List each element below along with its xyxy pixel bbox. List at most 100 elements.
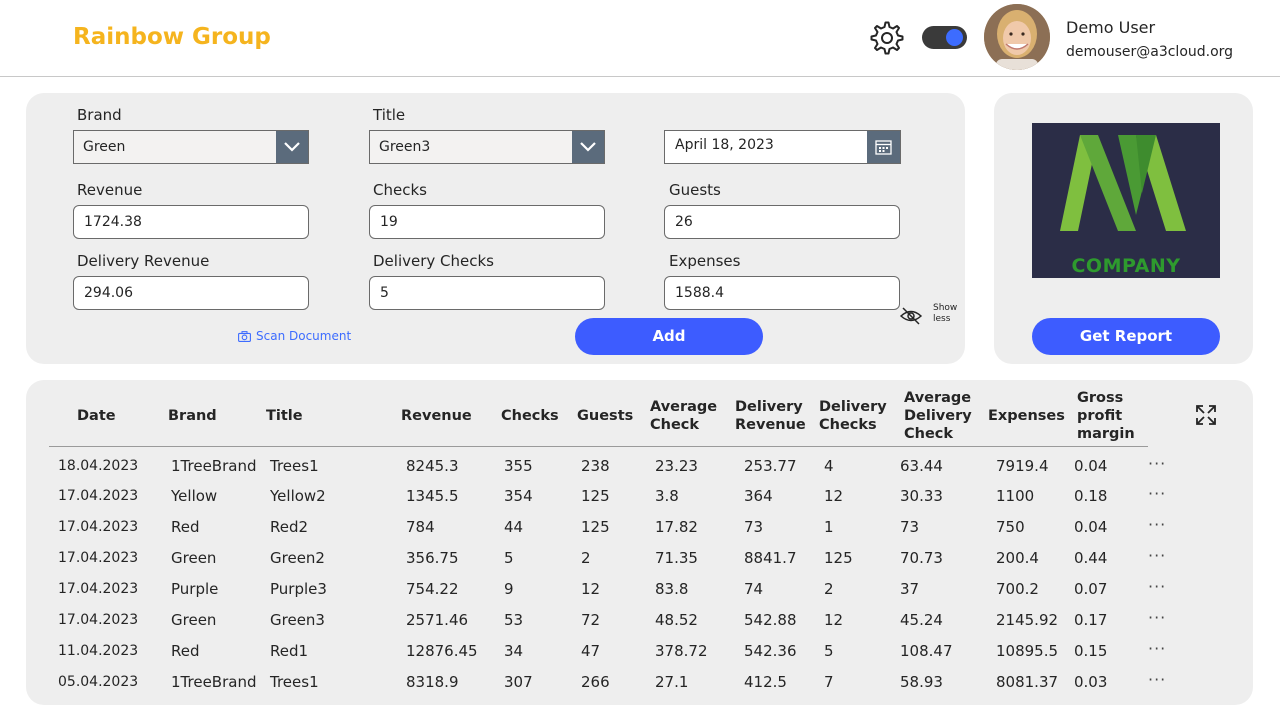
brand-dropdown-value: Green [83, 139, 126, 155]
revenue-input[interactable]: 1724.38 [73, 205, 309, 239]
row-more-icon[interactable]: ··· [1148, 454, 1166, 473]
show-less-toggle[interactable]: Show less [933, 303, 957, 325]
date-picker[interactable]: April 18, 2023 [664, 130, 901, 164]
column-header-guests[interactable]: Guests [577, 407, 633, 425]
column-header-brand[interactable]: Brand [168, 407, 217, 425]
column-header-line: Title [266, 408, 303, 424]
cell-expenses: 750 [996, 518, 1025, 536]
cell-date: 17.04.2023 [58, 519, 139, 535]
column-header-title[interactable]: Title [266, 407, 303, 425]
guests-input[interactable]: 26 [664, 205, 900, 239]
cell-gross-profit-margin: 0.04 [1074, 457, 1108, 475]
cell-delivery-checks: 12 [824, 487, 844, 505]
column-header-average-delivery-check[interactable]: Average Delivery Check [904, 389, 972, 443]
cell-delivery-revenue: 542.36 [744, 642, 797, 660]
row-more-icon[interactable]: ··· [1148, 577, 1166, 596]
cell-expenses: 7919.4 [996, 457, 1049, 475]
column-header-line: Delivery [735, 399, 803, 415]
column-header-checks[interactable]: Checks [501, 407, 559, 425]
delivery-revenue-label: Delivery Revenue [77, 252, 210, 270]
cell-average-check: 48.52 [655, 611, 698, 629]
toggle-knob [946, 29, 963, 46]
column-header-line: Average [650, 399, 718, 415]
column-header-line: Date [77, 408, 116, 424]
cell-title: Green3 [270, 611, 325, 629]
company-logo-text: COMPANY [1071, 255, 1181, 277]
title-dropdown[interactable]: Green3 [369, 130, 605, 164]
cell-gross-profit-margin: 0.07 [1074, 580, 1108, 598]
cell-gross-profit-margin: 0.18 [1074, 487, 1108, 505]
add-button[interactable]: Add [575, 318, 763, 355]
cell-delivery-checks: 7 [824, 673, 834, 691]
cell-average-delivery-check: 108.47 [900, 642, 953, 660]
checks-label: Checks [373, 181, 427, 199]
revenue-input-value: 1724.38 [84, 214, 142, 230]
cell-average-delivery-check: 37 [900, 580, 920, 598]
column-header-revenue[interactable]: Revenue [401, 407, 472, 425]
cell-title: Trees1 [270, 673, 319, 691]
cell-guests: 266 [581, 673, 610, 691]
cell-delivery-revenue: 253.77 [744, 457, 797, 475]
column-header-delivery-checks[interactable]: Delivery Checks [819, 398, 887, 434]
cell-revenue: 1345.5 [406, 487, 459, 505]
delivery-revenue-input-value: 294.06 [84, 285, 133, 301]
expenses-label: Expenses [669, 252, 741, 270]
cell-revenue: 8245.3 [406, 457, 459, 475]
cell-guests: 47 [581, 642, 601, 660]
avatar[interactable] [984, 4, 1050, 70]
expenses-input-value: 1588.4 [675, 285, 724, 301]
cell-checks: 355 [504, 457, 533, 475]
theme-toggle[interactable] [922, 26, 967, 49]
cell-delivery-revenue: 74 [744, 580, 764, 598]
checks-input[interactable]: 19 [369, 205, 605, 239]
cell-brand: Yellow [171, 487, 218, 505]
row-more-icon[interactable]: ··· [1148, 515, 1166, 534]
cell-revenue: 784 [406, 518, 435, 536]
cell-gross-profit-margin: 0.15 [1074, 642, 1108, 660]
row-more-icon[interactable]: ··· [1148, 546, 1166, 565]
cell-brand: Red [171, 642, 200, 660]
delivery-revenue-input[interactable]: 294.06 [73, 276, 309, 310]
delivery-checks-input-value: 5 [380, 285, 389, 301]
gear-icon[interactable] [869, 20, 905, 56]
column-header-gross-profit-margin[interactable]: Gross profit margin [1077, 389, 1135, 443]
cell-guests: 72 [581, 611, 601, 629]
cell-expenses: 10895.5 [996, 642, 1059, 660]
cell-brand: Green [171, 549, 217, 567]
cell-average-check: 17.82 [655, 518, 698, 536]
user-name: Demo User [1066, 18, 1156, 37]
get-report-button[interactable]: Get Report [1032, 318, 1220, 355]
column-header-line: Average [904, 390, 972, 406]
brand-dropdown-button[interactable] [276, 131, 308, 163]
eye-off-icon[interactable] [899, 305, 923, 327]
row-more-icon[interactable]: ··· [1148, 639, 1166, 658]
title-label: Title [373, 106, 406, 124]
title-dropdown-button[interactable] [572, 131, 604, 163]
expenses-input[interactable]: 1588.4 [664, 276, 900, 310]
cell-guests: 238 [581, 457, 610, 475]
date-picker-button[interactable] [867, 131, 900, 163]
delivery-checks-input[interactable]: 5 [369, 276, 605, 310]
column-header-expenses[interactable]: Expenses [988, 407, 1065, 425]
scan-document-link[interactable]: Scan Document [238, 329, 351, 343]
expand-icon[interactable] [1195, 404, 1217, 426]
cell-brand: Green [171, 611, 217, 629]
row-more-icon[interactable]: ··· [1148, 670, 1166, 689]
column-header-line: Check [650, 417, 700, 433]
column-header-delivery-revenue[interactable]: Delivery Revenue [735, 398, 806, 434]
row-more-icon[interactable]: ··· [1148, 608, 1166, 627]
cell-average-check: 3.8 [655, 487, 679, 505]
avatar-image [984, 4, 1050, 70]
column-header-average-check[interactable]: Average Check [650, 398, 717, 434]
brand-dropdown[interactable]: Green [73, 130, 309, 164]
column-header-line: Guests [577, 408, 634, 424]
row-more-icon[interactable]: ··· [1148, 484, 1166, 503]
cell-brand: Red [171, 518, 200, 536]
chevron-down-icon [284, 142, 300, 152]
cell-date: 17.04.2023 [58, 612, 139, 628]
cell-expenses: 2145.92 [996, 611, 1059, 629]
cell-delivery-checks: 12 [824, 611, 844, 629]
cell-date: 17.04.2023 [58, 488, 139, 504]
column-header-date[interactable]: Date [77, 407, 116, 425]
column-header-line: Revenue [401, 408, 472, 424]
